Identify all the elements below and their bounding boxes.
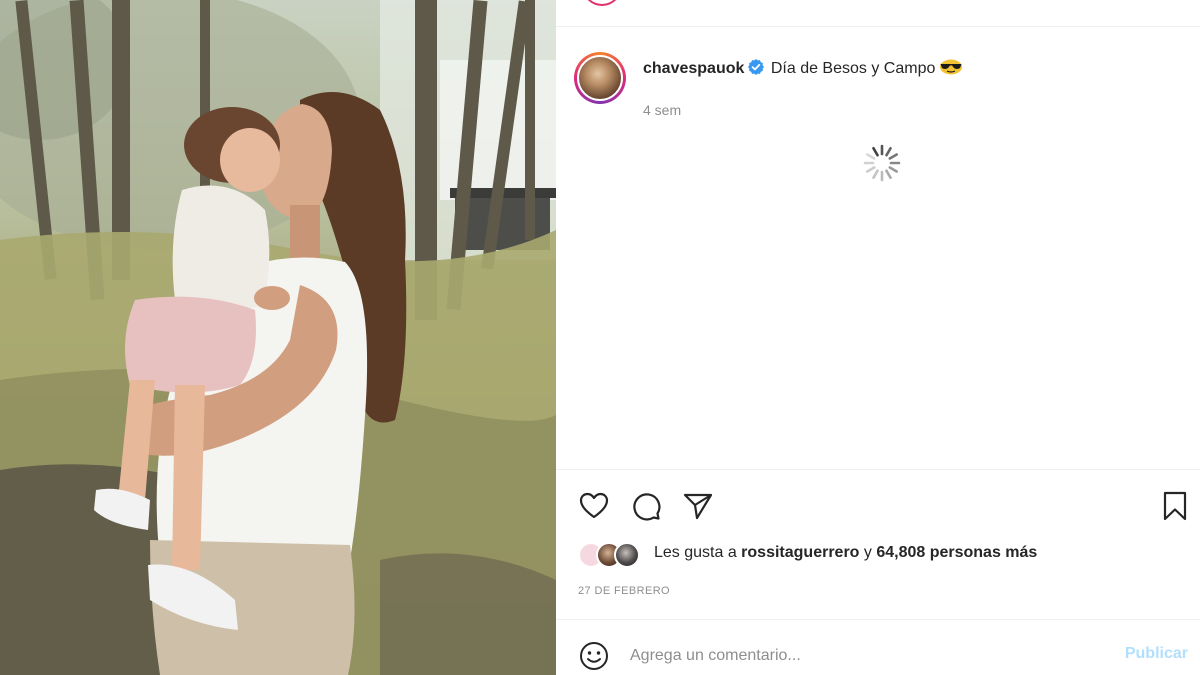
liker-username-link[interactable]: rossitaguerrero [741, 544, 859, 561]
caption-text: Día de Besos y Campo [770, 60, 936, 77]
post-date[interactable]: 27 DE FEBRERO [578, 585, 670, 597]
likes-prefix: Les gusta a [654, 544, 742, 561]
previous-comment-strip [556, 0, 1200, 27]
liker-avatar [614, 542, 640, 568]
send-icon[interactable] [682, 490, 714, 522]
verified-badge-icon [748, 59, 765, 82]
caption: chavespauok Día de Besos y Campo [643, 58, 963, 83]
post-caption-block: chavespauok Día de Besos y Campo 4 sem [574, 52, 1184, 132]
photo-illustration [0, 0, 556, 675]
bookmark-icon[interactable] [1159, 490, 1191, 522]
likes-connector: y [859, 544, 877, 561]
comment-input[interactable] [630, 644, 1100, 668]
post-detail-panel: chavespauok Día de Besos y Campo 4 sem L… [556, 0, 1200, 675]
liker-avatars [578, 542, 648, 570]
likes-text: Les gusta a rossitaguerrero y 64,808 per… [654, 544, 1037, 562]
heart-icon[interactable] [578, 490, 610, 522]
publish-button[interactable]: Publicar [1125, 645, 1188, 663]
avatar-peek [582, 0, 622, 6]
sunglasses-emoji-icon [939, 58, 963, 83]
username-link[interactable]: chavespauok [643, 60, 744, 77]
likes-count-link[interactable]: 64,808 personas más [876, 544, 1037, 561]
post-timestamp[interactable]: 4 sem [643, 102, 681, 118]
post-photo[interactable] [0, 0, 556, 675]
avatar-image [577, 55, 623, 101]
add-comment-bar: Publicar [556, 619, 1200, 675]
comment-icon[interactable] [630, 490, 662, 522]
avatar[interactable] [574, 52, 626, 104]
emoji-picker-icon[interactable] [578, 640, 610, 672]
post-actions-section: Les gusta a rossitaguerrero y 64,808 per… [556, 469, 1200, 619]
loading-spinner-icon [862, 143, 902, 183]
